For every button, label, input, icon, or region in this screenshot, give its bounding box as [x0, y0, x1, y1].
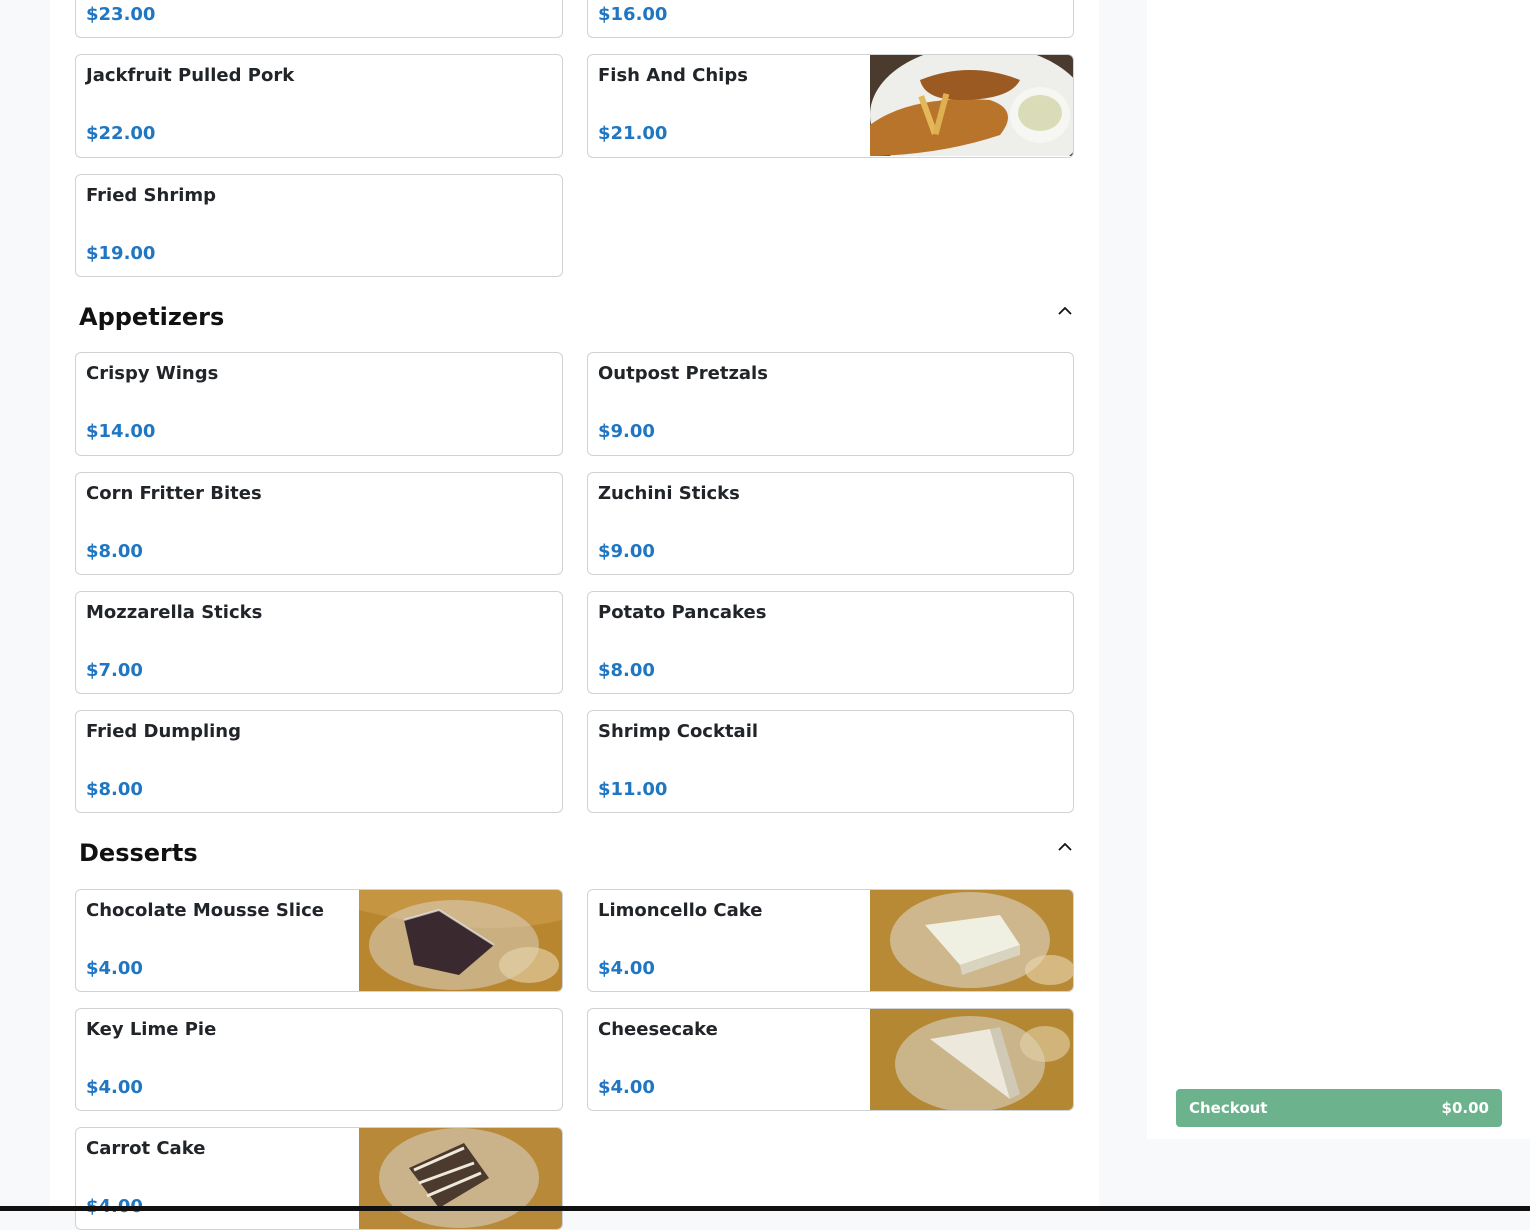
cheesecake-photo [870, 1009, 1073, 1110]
item-name: Zuchini Sticks [598, 483, 740, 504]
item-price: $23.00 [86, 4, 156, 25]
menu-item-card[interactable]: Carrot Cake $4.00 [75, 1127, 563, 1230]
item-price: $16.00 [598, 4, 668, 25]
item-name: Crispy Wings [86, 363, 219, 384]
menu-item-card[interactable]: Outpost Pretzals $9.00 [587, 352, 1074, 456]
checkout-total: $0.00 [1441, 1099, 1489, 1117]
item-price: $8.00 [86, 541, 143, 562]
chevron-up-icon[interactable] [1057, 303, 1073, 319]
menu-item-card[interactable]: Cheesecake $4.00 [587, 1008, 1074, 1111]
checkout-button[interactable]: Checkout $0.00 [1176, 1089, 1502, 1127]
item-name: Corn Fritter Bites [86, 483, 262, 504]
item-price: $4.00 [598, 958, 655, 979]
section-title-appetizers: Appetizers [79, 303, 225, 331]
menu-item-card[interactable]: Chocolate Mousse Slice $4.00 [75, 889, 563, 992]
item-name: Key Lime Pie [86, 1019, 217, 1040]
menu-item-card[interactable]: Jackfruit Pulled Pork $22.00 [75, 54, 563, 158]
item-price: $9.00 [598, 541, 655, 562]
item-price: $7.00 [86, 660, 143, 681]
item-price: $8.00 [598, 660, 655, 681]
menu-item-card[interactable]: Corn Fritter Bites $8.00 [75, 472, 563, 575]
chevron-up-icon[interactable] [1057, 839, 1073, 855]
item-name: Carrot Cake [86, 1138, 206, 1159]
item-price: $11.00 [598, 779, 668, 800]
menu-item-card[interactable]: $23.00 [75, 0, 563, 38]
cart-sidebar [1147, 0, 1530, 1139]
menu-item-card[interactable]: Shrimp Cocktail $11.00 [587, 710, 1074, 813]
item-name: Jackfruit Pulled Pork [86, 65, 295, 86]
item-name: Potato Pancakes [598, 602, 767, 623]
fish-and-chips-photo [870, 55, 1073, 156]
chocolate-mousse-photo [359, 890, 562, 991]
item-price: $4.00 [86, 1077, 143, 1098]
item-price: $4.00 [86, 958, 143, 979]
item-name: Cheesecake [598, 1019, 718, 1040]
item-price: $4.00 [598, 1077, 655, 1098]
carrot-cake-photo [359, 1128, 562, 1229]
item-name: Fried Shrimp [86, 185, 217, 206]
menu-item-card[interactable]: Fried Dumpling $8.00 [75, 710, 563, 813]
item-name: Fish And Chips [598, 65, 748, 86]
checkout-label: Checkout [1189, 1099, 1268, 1117]
item-name: Outpost Pretzals [598, 363, 768, 384]
menu-item-card[interactable]: Fried Shrimp $19.00 [75, 174, 563, 277]
menu-item-card[interactable]: Zuchini Sticks $9.00 [587, 472, 1074, 575]
section-title-desserts: Desserts [79, 839, 198, 867]
menu-item-card[interactable]: Limoncello Cake $4.00 [587, 889, 1074, 992]
menu-item-card[interactable]: Crispy Wings $14.00 [75, 352, 563, 456]
item-name: Fried Dumpling [86, 721, 241, 742]
item-name: Limoncello Cake [598, 900, 763, 921]
menu-item-card[interactable]: Fish And Chips $21.00 [587, 54, 1074, 158]
item-price: $8.00 [86, 779, 143, 800]
item-price: $21.00 [598, 123, 668, 144]
item-price: $22.00 [86, 123, 156, 144]
menu-item-card[interactable]: $16.00 [587, 0, 1074, 38]
item-price: $19.00 [86, 243, 156, 264]
bottom-edge-bar [0, 1206, 1530, 1211]
menu-item-card[interactable]: Key Lime Pie $4.00 [75, 1008, 563, 1111]
menu-item-card[interactable]: Potato Pancakes $8.00 [587, 591, 1074, 694]
menu-item-card[interactable]: Mozzarella Sticks $7.00 [75, 591, 563, 694]
item-name: Shrimp Cocktail [598, 721, 759, 742]
item-name: Mozzarella Sticks [86, 602, 263, 623]
item-price: $14.00 [86, 421, 156, 442]
limoncello-cake-photo [870, 890, 1073, 991]
item-price: $9.00 [598, 421, 655, 442]
item-name: Chocolate Mousse Slice [86, 900, 324, 921]
